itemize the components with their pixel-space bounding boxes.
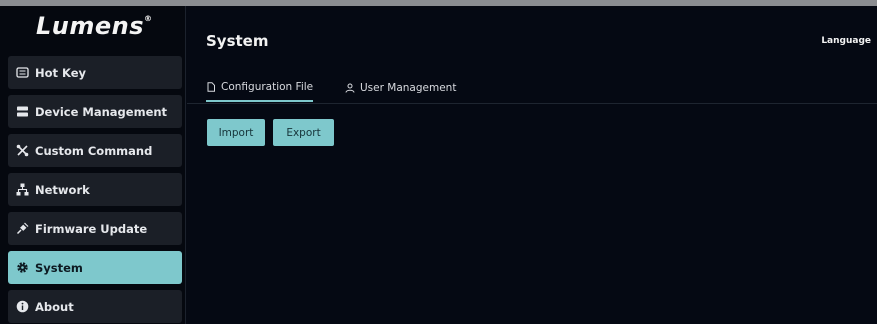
sidebar-item-hot-key[interactable]: Hot Key [8, 56, 182, 89]
user-icon [345, 83, 355, 93]
sidebar-item-label: System [35, 260, 83, 275]
plug-icon [16, 222, 29, 235]
export-button[interactable]: Export [273, 119, 334, 146]
tab-user-management[interactable]: User Management [345, 74, 456, 102]
language-selector[interactable]: Language [821, 36, 871, 46]
file-icon [206, 82, 216, 92]
tab-bar: Configuration File User Management [187, 68, 877, 104]
main-panel: System Language Configuration File User … [187, 6, 877, 324]
keyboard-icon [16, 66, 29, 79]
tools-icon [16, 144, 29, 157]
sidebar-item-about[interactable]: About [8, 290, 182, 323]
sidebar-item-system[interactable]: System [8, 251, 182, 284]
tab-label: Configuration File [221, 81, 314, 93]
import-button[interactable]: Import [207, 119, 265, 146]
gear-icon [16, 261, 29, 274]
sidebar-item-label: Firmware Update [35, 221, 148, 236]
sidebar-item-label: Device Management [35, 104, 168, 119]
sidebar-item-label: Custom Command [35, 143, 153, 158]
sidebar-item-device-management[interactable]: Device Management [8, 95, 182, 128]
lumens-logo: Lumens® [36, 12, 153, 40]
network-icon [16, 183, 29, 196]
info-icon [16, 300, 29, 313]
sidebar: Lumens® Hot Key Device Management Custom… [0, 6, 186, 324]
sidebar-item-label: About [35, 299, 74, 314]
page-title: System [206, 32, 269, 50]
server-icon [16, 105, 29, 118]
sidebar-item-firmware-update[interactable]: Firmware Update [8, 212, 182, 245]
tab-configuration-file[interactable]: Configuration File [206, 74, 314, 102]
sidebar-item-label: Hot Key [35, 65, 87, 80]
sidebar-item-label: Network [35, 182, 90, 197]
tab-label: User Management [360, 82, 457, 94]
sidebar-item-custom-command[interactable]: Custom Command [8, 134, 182, 167]
sidebar-item-network[interactable]: Network [8, 173, 182, 206]
